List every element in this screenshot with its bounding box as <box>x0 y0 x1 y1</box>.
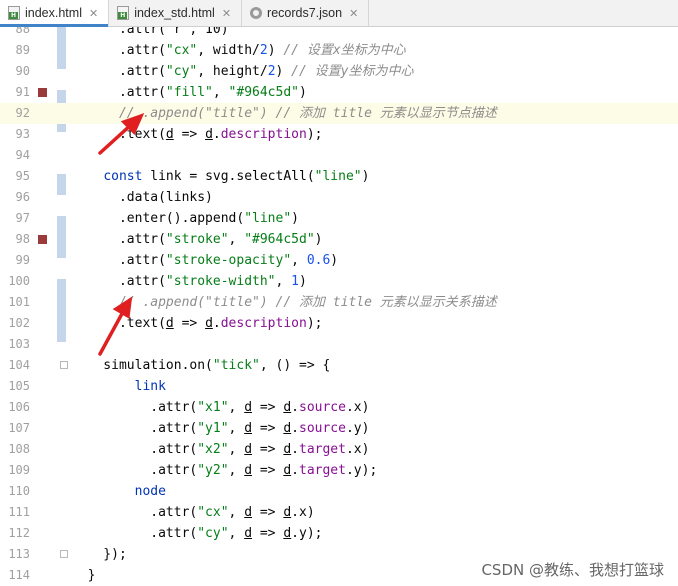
json-file-icon <box>250 7 263 19</box>
close-icon[interactable]: ✕ <box>349 7 358 20</box>
red-arrow-1 <box>98 113 145 155</box>
tab-index-std-html[interactable]: index_std.html ✕ <box>109 0 243 26</box>
html-file-icon <box>8 6 20 20</box>
watermark: CSDN @教练、我想打篮球 <box>481 561 664 579</box>
tab-label: records7.json <box>267 6 343 20</box>
annotation-arrows <box>98 113 145 356</box>
red-arrow-2 <box>98 296 133 356</box>
tab-label: index_std.html <box>134 6 215 20</box>
code-editor[interactable]: 88 .attr("r", 10) 89 .attr("cx", width/2)… <box>0 27 678 586</box>
close-icon[interactable]: ✕ <box>222 7 231 20</box>
tab-index-html[interactable]: index.html ✕ <box>0 0 110 27</box>
tab-records7-json[interactable]: records7.json ✕ <box>242 0 370 26</box>
close-icon[interactable]: ✕ <box>89 7 98 20</box>
html-file-icon <box>117 6 130 20</box>
editor-tab-bar: index.html ✕ index_std.html ✕ records7.j… <box>0 0 678 27</box>
tab-label: index.html <box>25 6 82 20</box>
